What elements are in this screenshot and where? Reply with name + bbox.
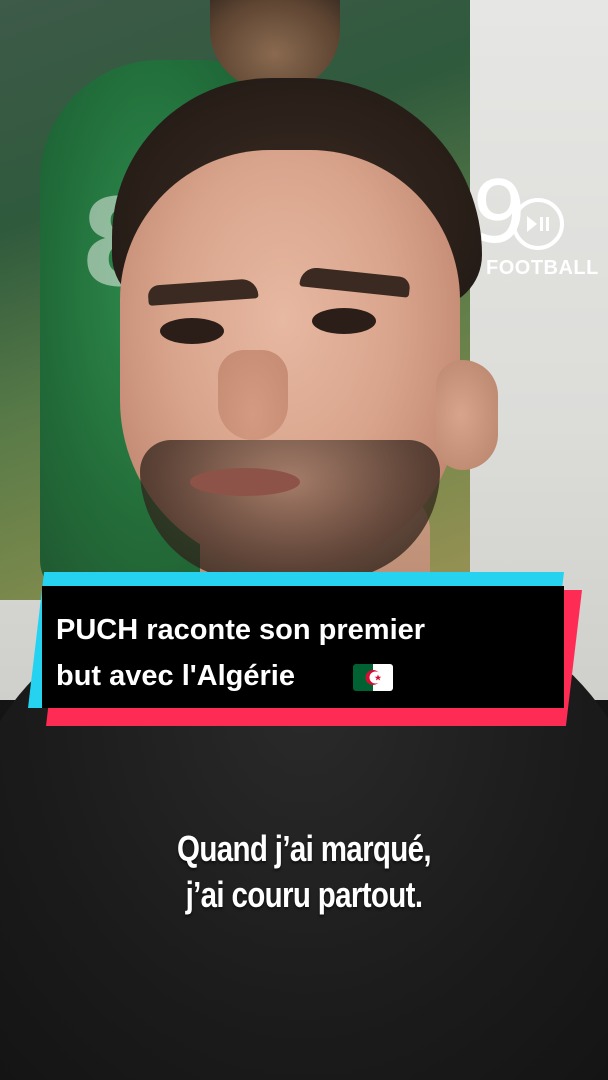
title-line-1: PUCH raconte son premier: [56, 614, 426, 646]
algeria-flag-icon: [353, 664, 393, 691]
speaker-right-eye: [312, 308, 376, 334]
logo-wordmark: FOOTBALL: [486, 257, 599, 279]
subtitle-caption: Quand j’ai marqué, j’ai couru partout.: [0, 826, 608, 936]
speaker-mouth: [190, 468, 300, 496]
subtitle-line-2: j’ai couru partout.: [185, 874, 423, 915]
speaker-beard: [140, 440, 440, 580]
subtitle-line-1: Quand j’ai marqué,: [177, 828, 432, 869]
title-card: PUCH raconte son premier but avec l'Algé…: [28, 572, 582, 726]
90-football-logo: 9 FOOTBALL: [472, 168, 599, 286]
play-pause-icon: [512, 198, 564, 250]
speaker-ear: [436, 360, 498, 470]
speaker-left-eye: [160, 318, 224, 344]
speaker-nose: [218, 350, 288, 440]
title-line-2: but avec l'Algérie: [56, 660, 295, 692]
